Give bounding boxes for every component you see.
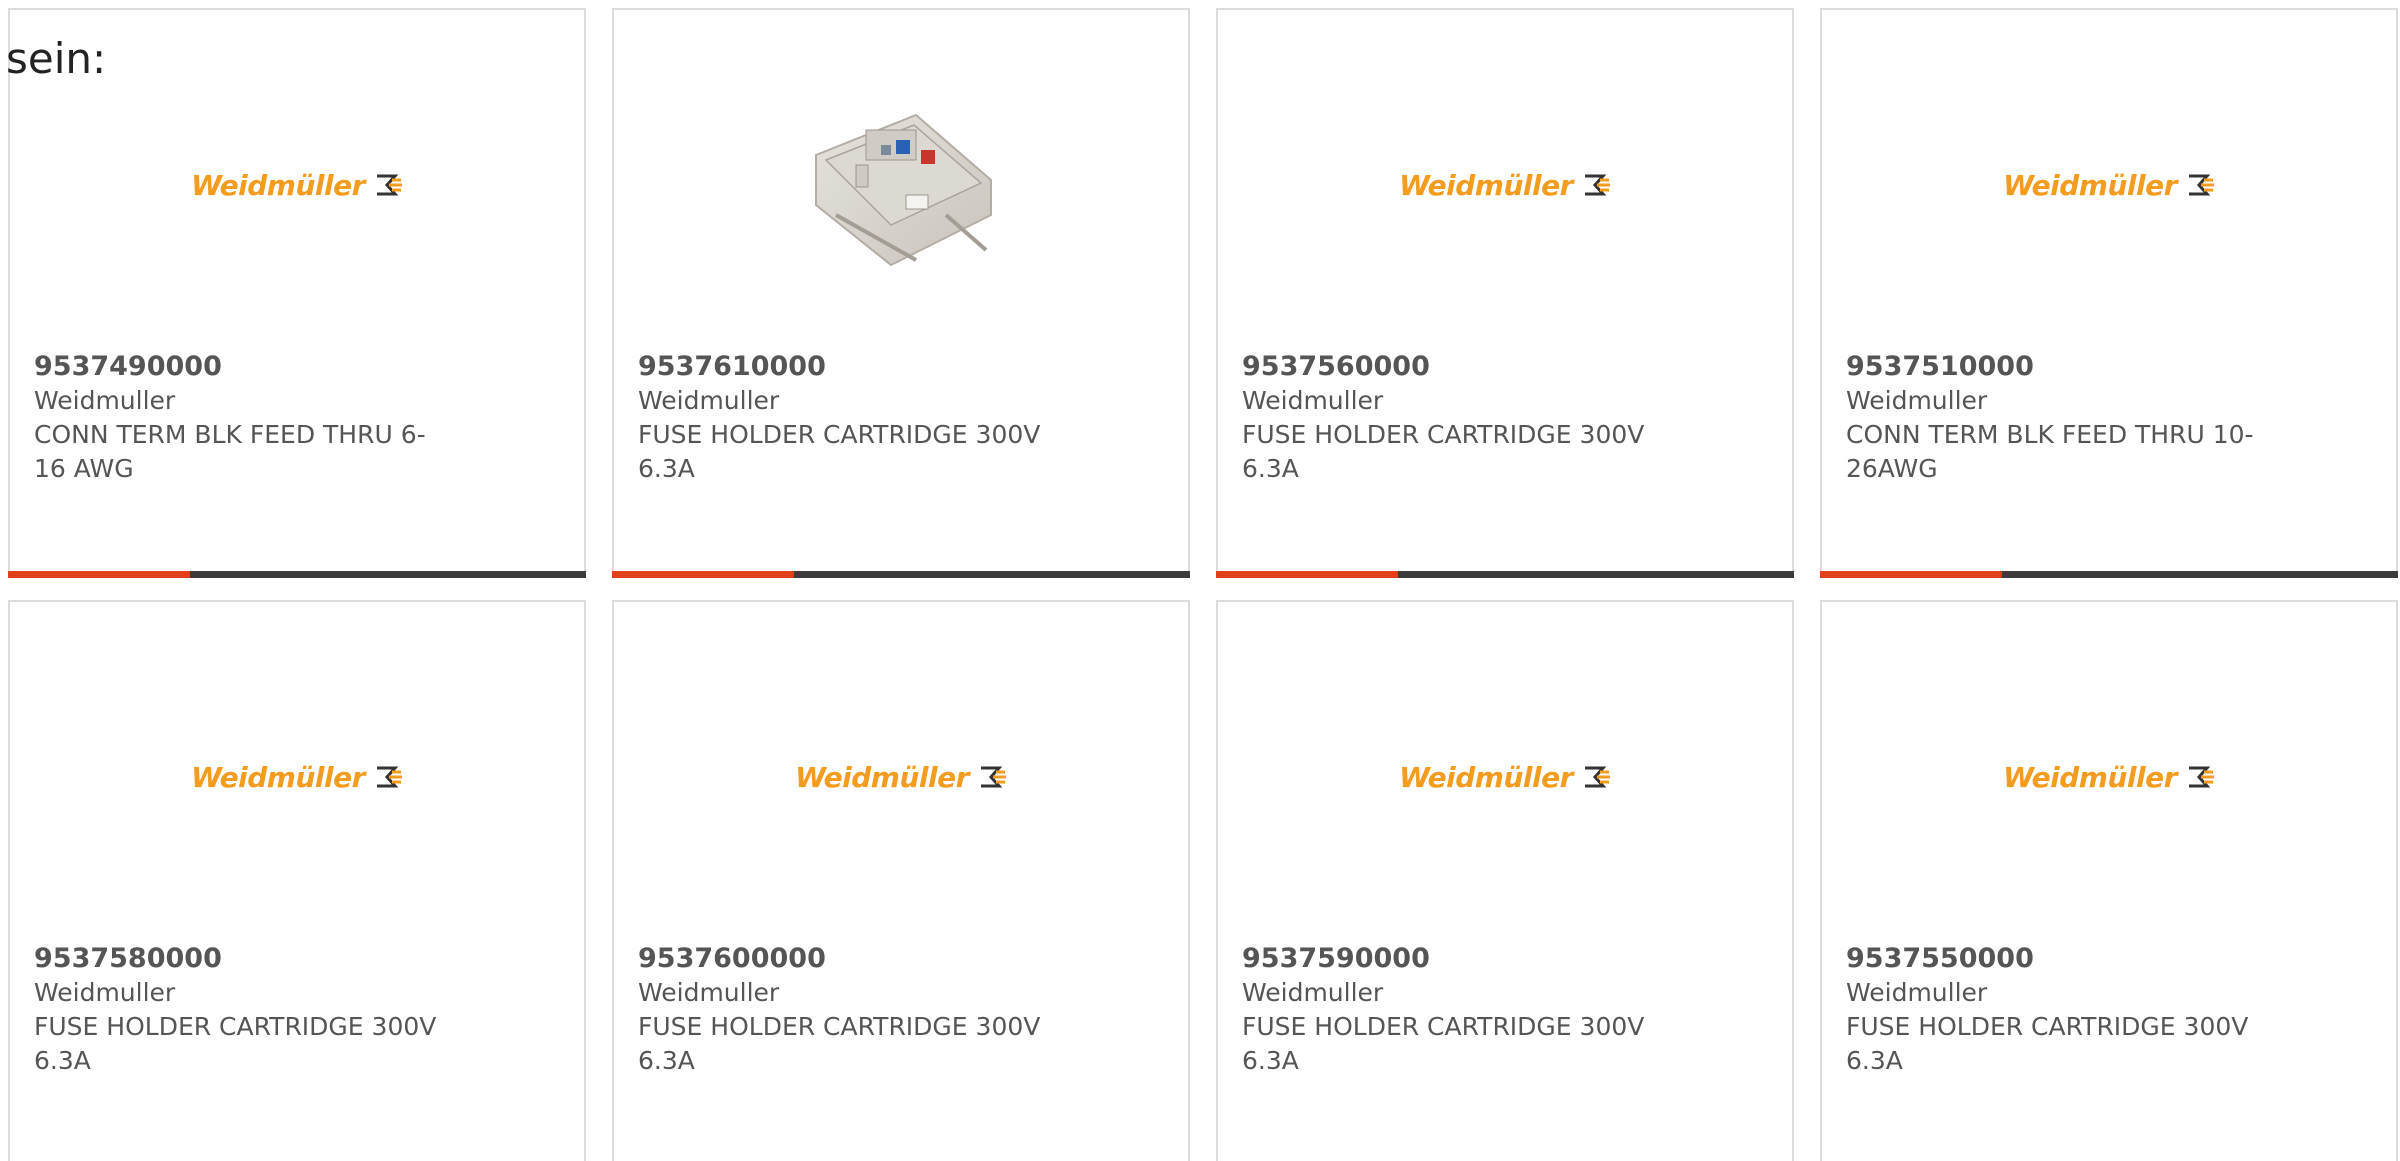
logo-wordmark: Weidmüller <box>2003 168 2177 202</box>
product-description: FUSE HOLDER CARTRIDGE 300V 6.3A <box>1846 1012 2249 1075</box>
weidmuller-mark-icon <box>979 765 1007 789</box>
manufacturer: Weidmuller <box>638 978 780 1007</box>
logo-wordmark: Weidmüller <box>2003 760 2177 794</box>
product-description: FUSE HOLDER CARTRIDGE 300V 6.3A <box>1242 420 1645 483</box>
card-bottom-bar <box>1820 571 2398 578</box>
product-info: 9537590000 Weidmuller FUSE HOLDER CARTRI… <box>1242 942 1768 1078</box>
product-card[interactable]: Weidmüller 9537490000 Weidmuller CONN TE… <box>8 8 586 578</box>
product-grid: Weidmüller 9537490000 Weidmuller CONN TE… <box>8 8 2398 1161</box>
product-info: 9537560000 Weidmuller FUSE HOLDER CARTRI… <box>1242 350 1768 486</box>
product-image: Weidmüller <box>1822 70 2396 300</box>
product-card[interactable]: Weidmüller 9537510000 Weidmuller CONN TE… <box>1820 8 2398 578</box>
product-image: Weidmüller <box>1218 662 1792 892</box>
product-image: Weidmüller <box>1822 662 2396 892</box>
manufacturer: Weidmuller <box>638 386 780 415</box>
product-card[interactable]: Weidmüller 9537580000 Weidmuller FUSE HO… <box>8 600 586 1161</box>
logo-wordmark: Weidmüller <box>191 760 365 794</box>
logo-wordmark: Weidmüller <box>191 168 365 202</box>
weidmuller-mark-icon <box>375 765 403 789</box>
manufacturer: Weidmuller <box>1846 386 1988 415</box>
weidmuller-mark-icon <box>1583 765 1611 789</box>
product-info: 9537510000 Weidmuller CONN TERM BLK FEED… <box>1846 350 2372 486</box>
card-bottom-bar <box>8 571 586 578</box>
product-image: Weidmüller <box>10 70 584 300</box>
part-number[interactable]: 9537610000 <box>638 350 1164 384</box>
part-number[interactable]: 9537590000 <box>1242 942 1768 976</box>
weidmuller-mark-icon <box>375 173 403 197</box>
manufacturer: Weidmuller <box>34 978 176 1007</box>
weidmuller-logo: Weidmüller <box>2003 169 2215 202</box>
part-number[interactable]: 9537550000 <box>1846 942 2372 976</box>
product-description: CONN TERM BLK FEED THRU 10-26AWG <box>1846 420 2254 483</box>
part-number[interactable]: 9537560000 <box>1242 350 1768 384</box>
product-description: FUSE HOLDER CARTRIDGE 300V 6.3A <box>1242 1012 1645 1075</box>
weidmuller-logo: Weidmüller <box>795 761 1007 794</box>
product-card[interactable]: Weidmüller 9537590000 Weidmuller FUSE HO… <box>1216 600 1794 1161</box>
part-number[interactable]: 9537580000 <box>34 942 560 976</box>
weidmuller-logo: Weidmüller <box>191 169 403 202</box>
part-number[interactable]: 9537600000 <box>638 942 1164 976</box>
product-card[interactable]: Weidmüller 9537550000 Weidmuller FUSE HO… <box>1820 600 2398 1161</box>
product-info: 9537610000 Weidmuller FUSE HOLDER CARTRI… <box>638 350 1164 486</box>
product-info: 9537490000 Weidmuller CONN TERM BLK FEED… <box>34 350 560 486</box>
product-description: FUSE HOLDER CARTRIDGE 300V 6.3A <box>638 1012 1041 1075</box>
manufacturer: Weidmuller <box>34 386 176 415</box>
card-bar-accent <box>8 571 190 578</box>
manufacturer: Weidmuller <box>1846 978 1988 1007</box>
product-image: Weidmüller <box>1218 70 1792 300</box>
logo-wordmark: Weidmüller <box>1399 168 1573 202</box>
card-bar-accent <box>1820 571 2002 578</box>
product-description: FUSE HOLDER CARTRIDGE 300V 6.3A <box>638 420 1041 483</box>
product-info: 9537580000 Weidmuller FUSE HOLDER CARTRI… <box>34 942 560 1078</box>
weidmuller-mark-icon <box>2187 173 2215 197</box>
product-description: CONN TERM BLK FEED THRU 6-16 AWG <box>34 420 426 483</box>
product-image <box>614 70 1188 300</box>
part-number[interactable]: 9537510000 <box>1846 350 2372 384</box>
intro-text: sein: <box>6 34 107 83</box>
weidmuller-logo: Weidmüller <box>1399 761 1611 794</box>
card-bar-accent <box>1216 571 1398 578</box>
manufacturer: Weidmuller <box>1242 386 1384 415</box>
weidmuller-logo: Weidmüller <box>2003 761 2215 794</box>
weidmuller-logo: Weidmüller <box>1399 169 1611 202</box>
product-image: Weidmüller <box>10 662 584 892</box>
weidmuller-mark-icon <box>1583 173 1611 197</box>
logo-wordmark: Weidmüller <box>795 760 969 794</box>
part-number[interactable]: 9537490000 <box>34 350 560 384</box>
product-card[interactable]: 9537610000 Weidmuller FUSE HOLDER CARTRI… <box>612 8 1190 578</box>
product-card[interactable]: Weidmüller 9537560000 Weidmuller FUSE HO… <box>1216 8 1794 578</box>
product-info: 9537600000 Weidmuller FUSE HOLDER CARTRI… <box>638 942 1164 1078</box>
card-bar-accent <box>612 571 794 578</box>
card-bottom-bar <box>612 571 1190 578</box>
product-card[interactable]: Weidmüller 9537600000 Weidmuller FUSE HO… <box>612 600 1190 1161</box>
product-image: Weidmüller <box>614 662 1188 892</box>
weidmuller-logo: Weidmüller <box>191 761 403 794</box>
logo-wordmark: Weidmüller <box>1399 760 1573 794</box>
product-description: FUSE HOLDER CARTRIDGE 300V 6.3A <box>34 1012 437 1075</box>
product-info: 9537550000 Weidmuller FUSE HOLDER CARTRI… <box>1846 942 2372 1078</box>
page: sein: Weidmüller 9537490000 Weidmuller C… <box>0 0 2400 1161</box>
manufacturer: Weidmuller <box>1242 978 1384 1007</box>
product-photo <box>796 85 1006 285</box>
weidmuller-mark-icon <box>2187 765 2215 789</box>
card-bottom-bar <box>1216 571 1794 578</box>
